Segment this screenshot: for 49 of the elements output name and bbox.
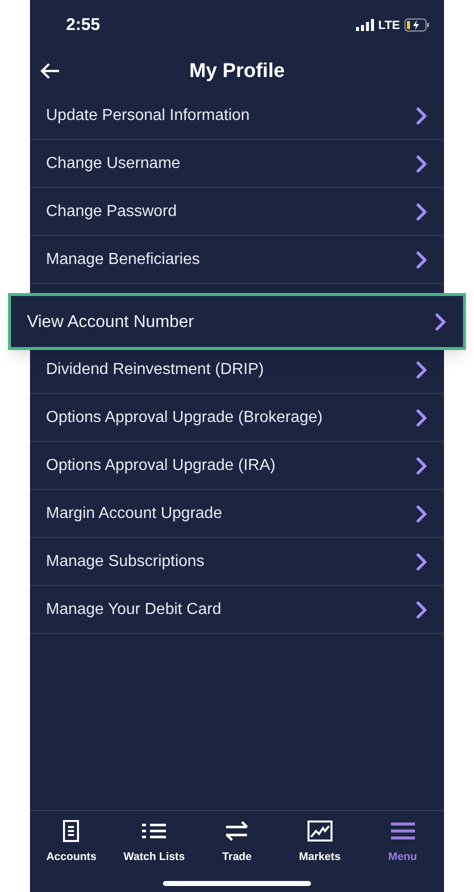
menu-item-label: View Account Number xyxy=(27,310,194,333)
menu-item[interactable]: Options Approval Upgrade (Brokerage) xyxy=(30,394,444,442)
chevron-right-icon xyxy=(416,360,428,378)
menu-item[interactable]: Options Approval Upgrade (IRA) xyxy=(30,442,444,490)
chevron-right-icon xyxy=(416,552,428,570)
menu-item-label: Dividend Reinvestment (DRIP) xyxy=(46,360,264,380)
menu-item[interactable]: Manage Your Debit Card xyxy=(30,586,444,634)
menu-item-label: Margin Account Upgrade xyxy=(46,504,222,524)
tab-button[interactable]: Markets xyxy=(282,819,358,866)
menu-item[interactable]: Margin Account Upgrade xyxy=(30,490,444,538)
menu-item[interactable]: Update Personal Information xyxy=(30,92,444,140)
chevron-right-icon xyxy=(416,106,428,124)
chevron-right-icon xyxy=(416,250,428,268)
menu-item[interactable]: Change Password xyxy=(30,188,444,236)
menu-item[interactable]: Manage Beneficiaries xyxy=(30,236,444,284)
chevron-right-icon xyxy=(435,312,447,330)
chevron-right-icon xyxy=(416,202,428,220)
signal-icon xyxy=(356,19,374,31)
menu-item[interactable]: Dividend Reinvestment (DRIP) xyxy=(30,346,444,394)
chevron-right-icon xyxy=(416,504,428,522)
swap-arrows-icon xyxy=(224,821,250,841)
status-time: 2:55 xyxy=(66,14,100,36)
menu-item[interactable]: Change Username xyxy=(30,140,444,188)
menu-icon xyxy=(390,822,416,840)
menu-item-label: Options Approval Upgrade (Brokerage) xyxy=(46,408,323,428)
menu-item[interactable]: View Account Number xyxy=(8,293,466,350)
tab-button[interactable]: Menu xyxy=(364,819,441,866)
back-arrow-icon[interactable] xyxy=(40,62,60,80)
menu-item[interactable]: Manage Subscriptions xyxy=(30,538,444,586)
chart-icon xyxy=(306,820,333,842)
menu-item-label: Update Personal Information xyxy=(46,106,250,126)
tab-button[interactable]: Watch Lists xyxy=(116,819,192,866)
menu-item-label: Manage Subscriptions xyxy=(46,552,204,572)
chevron-right-icon xyxy=(416,456,428,474)
page-title: My Profile xyxy=(189,59,285,84)
document-icon xyxy=(62,819,80,843)
menu-item-label: Manage Your Debit Card xyxy=(46,600,222,620)
menu-item-label: Options Approval Upgrade (IRA) xyxy=(46,456,276,476)
tab-button[interactable]: Trade xyxy=(198,819,275,866)
list-icon xyxy=(141,822,168,840)
network-label: LTE xyxy=(378,17,400,34)
menu-item-label: Change Password xyxy=(46,202,177,222)
chevron-right-icon xyxy=(416,600,428,618)
tab-button[interactable]: Accounts xyxy=(33,819,110,866)
chevron-right-icon xyxy=(416,408,428,426)
battery-charging-icon xyxy=(404,18,430,32)
menu-item-label: Change Username xyxy=(46,154,180,174)
chevron-right-icon xyxy=(416,154,428,172)
menu-item-label: Manage Beneficiaries xyxy=(46,250,200,270)
